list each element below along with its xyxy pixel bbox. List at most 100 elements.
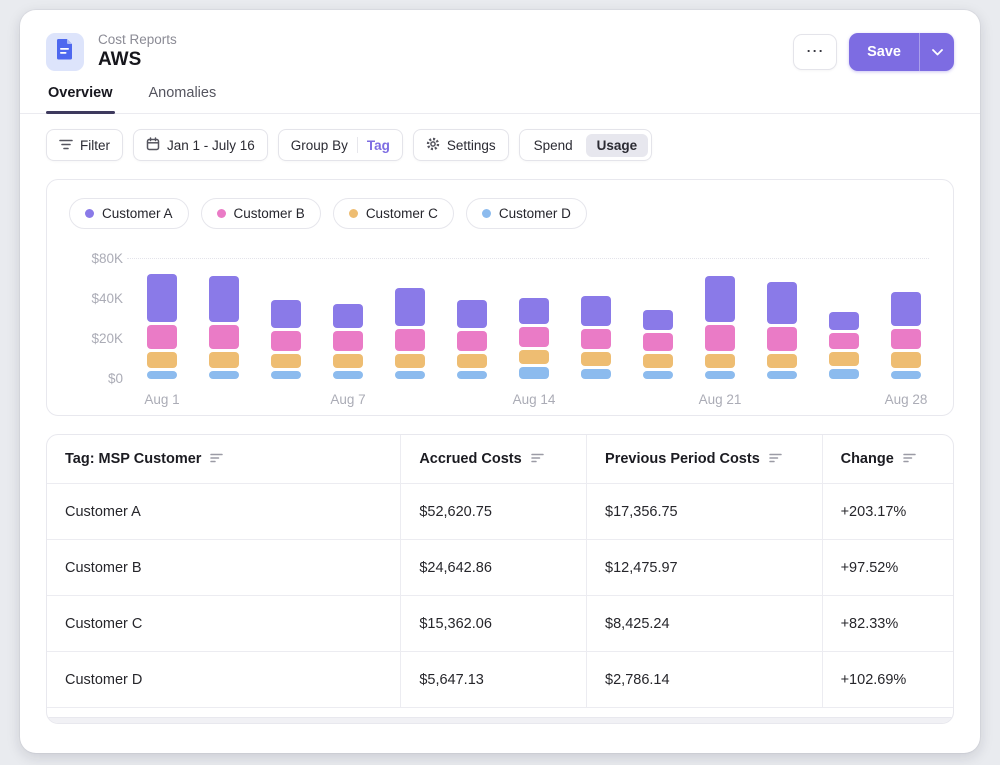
bar-segment[interactable]: [457, 371, 487, 379]
sort-icon[interactable]: [769, 451, 782, 467]
segment-usage[interactable]: Usage: [586, 134, 649, 157]
tab-anomalies[interactable]: Anomalies: [147, 85, 219, 113]
more-actions-button[interactable]: ⋯: [793, 34, 837, 70]
x-axis-label: [643, 379, 673, 407]
bar-segment[interactable]: [705, 276, 735, 322]
chart-plot: $80K $40K $20K $0 Aug 1Aug 7Aug 14Aug 21…: [63, 249, 937, 407]
bar-segment[interactable]: [581, 296, 611, 326]
bar-segment[interactable]: [147, 325, 177, 349]
bar-segment[interactable]: [643, 310, 673, 330]
bar-segment[interactable]: [643, 371, 673, 379]
bar-segment[interactable]: [147, 371, 177, 379]
bar-segment[interactable]: [767, 282, 797, 324]
settings-button[interactable]: Settings: [413, 129, 509, 161]
column-header-tag[interactable]: Tag: MSP Customer: [47, 435, 400, 483]
bar-segment[interactable]: [705, 371, 735, 379]
stacked-bar[interactable]: [519, 249, 549, 379]
bar-segment[interactable]: [705, 354, 735, 368]
stacked-bar[interactable]: [829, 249, 859, 379]
filter-button[interactable]: Filter: [46, 129, 123, 161]
bar-segment[interactable]: [333, 371, 363, 379]
table-row[interactable]: Customer B$24,642.86$12,475.97+97.52%: [47, 539, 953, 595]
stacked-bar[interactable]: [457, 249, 487, 379]
column-header-change[interactable]: Change: [822, 435, 953, 483]
bar-segment[interactable]: [581, 352, 611, 366]
bar-segment[interactable]: [643, 354, 673, 368]
table-horizontal-scrollbar[interactable]: [47, 717, 953, 724]
bar-segment[interactable]: [829, 369, 859, 379]
tab-overview[interactable]: Overview: [46, 85, 115, 113]
group-by-label: Group By: [291, 138, 348, 153]
bar-segment[interactable]: [829, 352, 859, 366]
x-axis-label: Aug 14: [519, 379, 549, 407]
bar-segment[interactable]: [457, 331, 487, 351]
bar-group: [643, 249, 673, 407]
table-row[interactable]: Customer C$15,362.06$8,425.24+82.33%: [47, 595, 953, 651]
bar-segment[interactable]: [767, 327, 797, 351]
bar-segment[interactable]: [891, 292, 921, 326]
bar-segment[interactable]: [891, 329, 921, 349]
bar-segment[interactable]: [209, 371, 239, 379]
bar-segment[interactable]: [767, 354, 797, 368]
sort-icon[interactable]: [903, 451, 916, 467]
bar-segment[interactable]: [643, 333, 673, 351]
segment-spend[interactable]: Spend: [523, 134, 584, 157]
bar-segment[interactable]: [209, 325, 239, 349]
legend-item[interactable]: Customer A: [69, 198, 189, 229]
bar-segment[interactable]: [333, 304, 363, 328]
bar-segment[interactable]: [829, 333, 859, 349]
stacked-bar[interactable]: [271, 249, 301, 379]
bar-segment[interactable]: [395, 354, 425, 368]
legend-item[interactable]: Customer B: [201, 198, 321, 229]
bar-segment[interactable]: [271, 354, 301, 368]
save-button[interactable]: Save: [849, 33, 919, 71]
bar-segment[interactable]: [519, 327, 549, 347]
bar-segment[interactable]: [395, 288, 425, 326]
save-dropdown-button[interactable]: [920, 33, 954, 71]
bar-segment[interactable]: [891, 371, 921, 379]
date-range-button[interactable]: Jan 1 - July 16: [133, 129, 268, 161]
bar-segment[interactable]: [209, 276, 239, 322]
bar-segment[interactable]: [333, 354, 363, 368]
table-row[interactable]: Customer A$52,620.75$17,356.75+203.17%: [47, 483, 953, 539]
bar-segment[interactable]: [147, 352, 177, 368]
bar-segment[interactable]: [581, 329, 611, 349]
bar-segment[interactable]: [767, 371, 797, 379]
stacked-bar[interactable]: [767, 249, 797, 379]
bar-segment[interactable]: [891, 352, 921, 368]
bar-segment[interactable]: [519, 350, 549, 364]
legend-item[interactable]: Customer C: [333, 198, 454, 229]
stacked-bar[interactable]: [395, 249, 425, 379]
bar-segment[interactable]: [271, 300, 301, 328]
legend-label: Customer B: [234, 206, 305, 221]
bar-segment[interactable]: [519, 298, 549, 324]
bar-segment[interactable]: [147, 274, 177, 322]
group-by-button[interactable]: Group By Tag: [278, 129, 403, 161]
bar-segment[interactable]: [395, 371, 425, 379]
bar-segment[interactable]: [457, 300, 487, 328]
legend-item[interactable]: Customer D: [466, 198, 587, 229]
stacked-bar[interactable]: [147, 249, 177, 379]
column-header-accrued[interactable]: Accrued Costs: [400, 435, 586, 483]
bar-segment[interactable]: [209, 352, 239, 368]
sort-icon[interactable]: [531, 451, 544, 467]
bar-segment[interactable]: [705, 325, 735, 351]
stacked-bar[interactable]: [891, 249, 921, 379]
stacked-bar[interactable]: [643, 249, 673, 379]
bar-segment[interactable]: [519, 367, 549, 379]
chart-bars: Aug 1Aug 7Aug 14Aug 21Aug 28: [147, 249, 921, 407]
sort-icon[interactable]: [210, 451, 223, 467]
stacked-bar[interactable]: [209, 249, 239, 379]
bar-segment[interactable]: [333, 331, 363, 351]
bar-segment[interactable]: [457, 354, 487, 368]
stacked-bar[interactable]: [581, 249, 611, 379]
column-header-previous[interactable]: Previous Period Costs: [586, 435, 822, 483]
bar-segment[interactable]: [581, 369, 611, 379]
bar-segment[interactable]: [395, 329, 425, 351]
bar-segment[interactable]: [271, 331, 301, 351]
bar-segment[interactable]: [271, 371, 301, 379]
bar-segment[interactable]: [829, 312, 859, 330]
table-row[interactable]: Customer D$5,647.13$2,786.14+102.69%: [47, 651, 953, 707]
stacked-bar[interactable]: [333, 249, 363, 379]
stacked-bar[interactable]: [705, 249, 735, 379]
